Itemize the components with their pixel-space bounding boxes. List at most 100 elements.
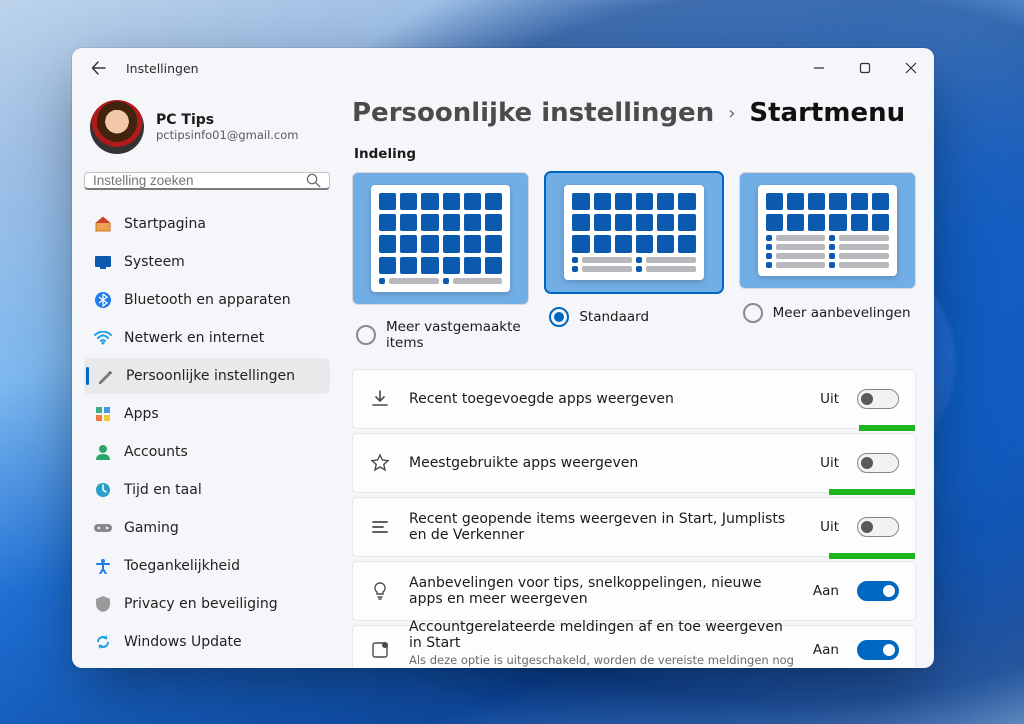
nav-label: Tijd en taal <box>124 482 202 498</box>
personalize-icon <box>96 367 114 385</box>
row-desc: Als deze optie is uitgeschakeld, worden … <box>409 653 795 668</box>
search-box[interactable] <box>84 172 330 190</box>
nav-tijd[interactable]: Tijd en taal <box>84 472 330 508</box>
avatar <box>90 100 144 154</box>
settings-window: Instellingen PC Tips pctipsinfo01@gmail.… <box>72 48 934 668</box>
minimize-button[interactable] <box>796 48 842 88</box>
layout-default[interactable]: Standaard <box>545 172 722 351</box>
home-icon <box>94 215 112 233</box>
titlebar: Instellingen <box>72 48 934 88</box>
profile-email: pctipsinfo01@gmail.com <box>156 128 298 142</box>
update-icon <box>94 633 112 651</box>
search-icon <box>306 173 321 188</box>
nav-bluetooth[interactable]: Bluetooth en apparaten <box>84 282 330 318</box>
list-icon <box>369 516 391 538</box>
layout-more-recs[interactable]: Meer aanbevelingen <box>739 172 916 351</box>
radio-icon <box>356 325 376 345</box>
toggle[interactable] <box>857 517 899 537</box>
toggle[interactable] <box>857 389 899 409</box>
nav-label: Systeem <box>124 254 185 270</box>
nav-label: Accounts <box>124 444 188 460</box>
nav-privacy[interactable]: Privacy en beveiliging <box>84 586 330 622</box>
nav-label: Bluetooth en apparaten <box>124 292 291 308</box>
download-icon <box>369 388 391 410</box>
system-icon <box>94 253 112 271</box>
nav-systeem[interactable]: Systeem <box>84 244 330 280</box>
profile-name: PC Tips <box>156 112 298 128</box>
layout-options: Meer vastgemaakte items <box>352 172 916 351</box>
nav-accounts[interactable]: Accounts <box>84 434 330 470</box>
apps-icon <box>94 405 112 423</box>
search-input[interactable] <box>93 173 306 188</box>
nav-label: Netwerk en internet <box>124 330 264 346</box>
nav-apps[interactable]: Apps <box>84 396 330 432</box>
nav-label: Toegankelijkheid <box>124 558 240 574</box>
nav-label: Windows Update <box>124 634 242 650</box>
radio-icon <box>743 303 763 323</box>
radio-label: Meer aanbevelingen <box>773 305 911 321</box>
nav-label: Apps <box>124 406 159 422</box>
nav-label: Persoonlijke instellingen <box>126 368 295 384</box>
section-label: Indeling <box>354 146 916 162</box>
row-title: Accountgerelateerde meldingen af en toe … <box>409 619 795 651</box>
row-title: Recent toegevoegde apps weergeven <box>409 391 802 407</box>
toggle-state: Uit <box>820 455 839 471</box>
privacy-icon <box>94 595 112 613</box>
nav: Startpagina Systeem Bluetooth en apparat… <box>84 206 330 660</box>
profile[interactable]: PC Tips pctipsinfo01@gmail.com <box>84 88 330 172</box>
nav-gaming[interactable]: Gaming <box>84 510 330 546</box>
toggle-state: Aan <box>813 583 839 599</box>
close-button[interactable] <box>888 48 934 88</box>
minimize-icon <box>813 62 825 74</box>
toggle-state: Uit <box>820 519 839 535</box>
toggle[interactable] <box>857 640 899 660</box>
radio-icon <box>549 307 569 327</box>
setting-most-used[interactable]: Meestgebruikte apps weergeven Uit <box>352 433 916 493</box>
accessibility-icon <box>94 557 112 575</box>
setting-recent-apps[interactable]: Recent toegevoegde apps weergeven Uit <box>352 369 916 429</box>
gaming-icon <box>94 519 112 537</box>
star-icon <box>369 452 391 474</box>
nav-startpagina[interactable]: Startpagina <box>84 206 330 242</box>
highlight <box>859 425 915 431</box>
nav-label: Gaming <box>124 520 179 536</box>
nav-update[interactable]: Windows Update <box>84 624 330 660</box>
radio-label: Standaard <box>579 309 649 325</box>
nav-toegankelijkheid[interactable]: Toegankelijkheid <box>84 548 330 584</box>
sidebar: PC Tips pctipsinfo01@gmail.com Startpagi… <box>72 88 342 668</box>
nav-label: Startpagina <box>124 216 206 232</box>
toggle[interactable] <box>857 581 899 601</box>
nav-persoonlijke[interactable]: Persoonlijke instellingen <box>84 358 330 394</box>
toggle[interactable] <box>857 453 899 473</box>
row-title: Meestgebruikte apps weergeven <box>409 455 802 471</box>
layout-more-pinned[interactable]: Meer vastgemaakte items <box>352 172 529 351</box>
wifi-icon <box>94 329 112 347</box>
radio-label: Meer vastgemaakte items <box>386 319 529 351</box>
toggle-state: Aan <box>813 642 839 658</box>
toggle-state: Uit <box>820 391 839 407</box>
back-button[interactable] <box>86 55 112 81</box>
nav-netwerk[interactable]: Netwerk en internet <box>84 320 330 356</box>
setting-account-notifs[interactable]: Accountgerelateerde meldingen af en toe … <box>352 625 916 668</box>
bluetooth-icon <box>94 291 112 309</box>
breadcrumb-current: Startmenu <box>749 98 905 128</box>
app-title: Instellingen <box>126 61 199 76</box>
layout-preview <box>739 172 916 289</box>
layout-preview <box>352 172 529 305</box>
row-title: Recent geopende items weergeven in Start… <box>409 511 802 543</box>
arrow-left-icon <box>91 60 107 76</box>
maximize-button[interactable] <box>842 48 888 88</box>
lightbulb-icon <box>369 580 391 602</box>
chevron-right-icon: › <box>728 103 735 124</box>
notification-icon <box>369 639 391 661</box>
setting-recent-items[interactable]: Recent geopende items weergeven in Start… <box>352 497 916 557</box>
highlight <box>829 553 915 559</box>
highlight <box>829 489 915 495</box>
breadcrumb-parent[interactable]: Persoonlijke instellingen <box>352 98 714 128</box>
setting-recommendations[interactable]: Aanbevelingen voor tips, snelkoppelingen… <box>352 561 916 621</box>
maximize-icon <box>859 62 871 74</box>
time-icon <box>94 481 112 499</box>
main-content: Persoonlijke instellingen › Startmenu In… <box>342 88 934 668</box>
settings-list: Recent toegevoegde apps weergeven Uit Me… <box>352 369 916 668</box>
layout-preview <box>545 172 722 293</box>
